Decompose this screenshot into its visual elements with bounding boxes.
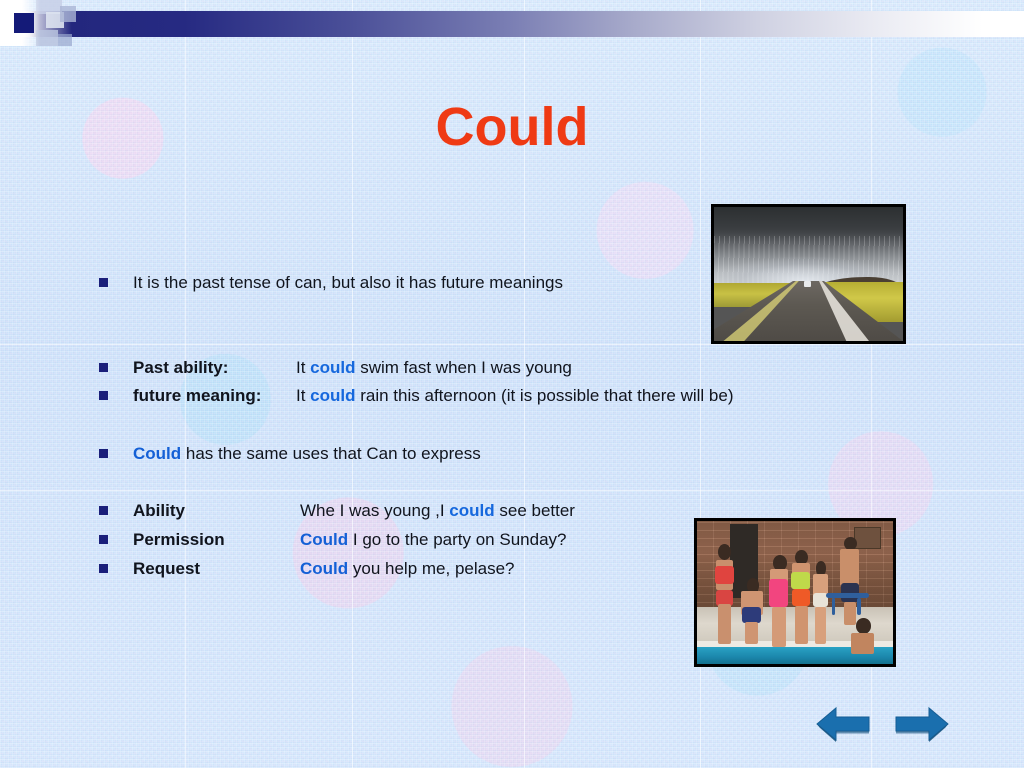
photo-car	[803, 280, 811, 287]
past-ability-label: Past ability:	[133, 358, 229, 377]
photo-pool-rail	[826, 584, 870, 616]
page-title: Could	[435, 97, 589, 157]
list-item-text: It is the past tense of can, but also it…	[133, 272, 563, 294]
intro-text: It is the past tense of can, but also it…	[133, 273, 563, 292]
bullet-square-icon	[99, 564, 108, 573]
slide-header-band	[0, 0, 1024, 46]
keyword-could: could	[449, 501, 495, 520]
same-uses-text: Could has the same uses that Can to expr…	[133, 443, 481, 465]
text-after: rain this afternoon (it is possible that…	[355, 386, 734, 405]
future-meaning-example: It could rain this afternoon (it is poss…	[296, 385, 733, 407]
future-meaning-label: future meaning:	[133, 386, 262, 405]
bullet-square-icon	[99, 449, 108, 458]
ability-example: Whe I was young ,I could see better	[300, 500, 575, 522]
presentation-slide: Could It is the past tense of can, but a…	[0, 0, 1024, 768]
request-example: Could you help me, pelase?	[300, 558, 515, 580]
text-after: swim fast when I was young	[355, 358, 572, 377]
grid-line-horizontal	[0, 490, 1024, 491]
bullet-square-icon	[99, 506, 108, 515]
keyword-could: Could	[133, 444, 182, 463]
text-after: see better	[494, 501, 575, 520]
storm-over-highway-photo	[711, 204, 906, 344]
photo-person-in-water	[846, 618, 879, 664]
keyword-could: could	[310, 358, 356, 377]
ability-label: Ability	[133, 501, 185, 520]
text-after: has the same uses that Can to express	[181, 444, 481, 463]
bullet-square-icon	[99, 535, 108, 544]
text-before: Whe I was young ,I	[300, 501, 450, 520]
header-gradient-bar	[0, 11, 1024, 37]
request-label: Request	[133, 559, 201, 578]
permission-example: Could I go to the party on Sunday?	[300, 529, 566, 551]
keyword-could: could	[310, 386, 356, 405]
header-decor-square	[58, 34, 72, 46]
text-before: It	[296, 386, 311, 405]
header-decor-square	[60, 6, 76, 22]
keyword-could: Could	[300, 559, 349, 578]
header-navy-square-icon	[14, 13, 34, 33]
bullet-square-icon	[99, 363, 108, 372]
previous-slide-arrow-icon[interactable]	[814, 703, 872, 745]
keyword-could: Could	[300, 530, 349, 549]
bullet-square-icon	[99, 391, 108, 400]
next-slide-arrow-icon[interactable]	[893, 703, 951, 745]
text-after: you help me, pelase?	[348, 559, 515, 578]
text-before: It	[296, 358, 311, 377]
grid-line-horizontal	[0, 344, 1024, 345]
past-ability-example: It could swim fast when I was young	[296, 357, 572, 379]
swimming-pool-children-photo	[694, 518, 896, 667]
permission-label: Permission	[133, 530, 225, 549]
bullet-square-icon	[99, 278, 108, 287]
text-after: I go to the party on Sunday?	[348, 530, 567, 549]
